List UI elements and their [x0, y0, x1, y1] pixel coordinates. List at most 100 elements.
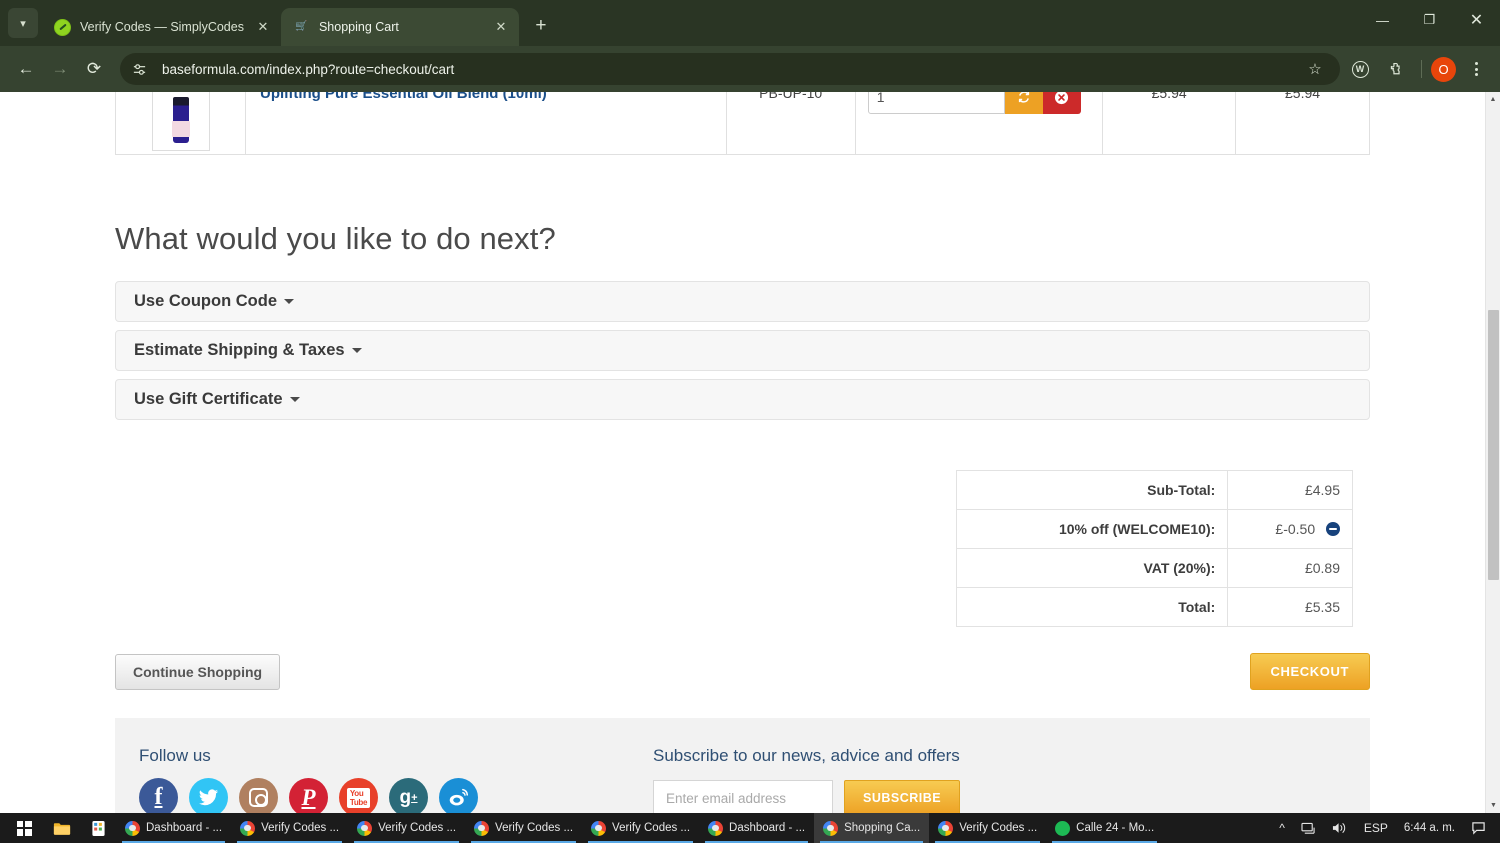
simplycodes-icon: [54, 18, 71, 36]
site-settings-icon[interactable]: [126, 56, 152, 82]
taskbar-label: Verify Codes ...: [959, 822, 1038, 834]
subscribe-heading: Subscribe to our news, advice and offers: [653, 746, 960, 765]
chrome-icon: [357, 820, 373, 836]
taskbar-label: Verify Codes ...: [261, 822, 340, 834]
file-explorer-icon[interactable]: [44, 813, 80, 843]
taskbar-label: Verify Codes ...: [495, 822, 574, 834]
continue-shopping-button[interactable]: Continue Shopping: [115, 653, 281, 690]
panel-estimate-shipping-taxes[interactable]: Estimate Shipping & Taxes: [115, 330, 1370, 371]
taskbar-item-0[interactable]: Dashboard - ...: [116, 813, 231, 843]
shopping-cart-page: Uplifting Pure Essential Oil Blend (10ml…: [0, 92, 1485, 813]
panel-use-coupon-code[interactable]: Use Coupon Code: [115, 281, 1370, 322]
site-footer: Follow us f P You Tube g + Subscribe to …: [115, 718, 1370, 813]
twitter-icon[interactable]: [189, 778, 228, 813]
window-controls: — ❐ ✕: [1359, 0, 1500, 40]
new-tab-button[interactable]: +: [527, 12, 555, 40]
wikibuy-extension-icon[interactable]: W: [1344, 53, 1376, 85]
profile-avatar[interactable]: O: [1431, 56, 1456, 82]
chrome-icon: [708, 820, 724, 836]
store-icon[interactable]: [80, 813, 116, 843]
essential-oil-bottle-icon: [171, 97, 190, 143]
panel-use-gift-certificate[interactable]: Use Gift Certificate: [115, 379, 1370, 420]
star-icon[interactable]: ☆: [1302, 56, 1328, 82]
product-thumbnail[interactable]: [151, 92, 210, 151]
taskbar-item-1[interactable]: Verify Codes ...: [231, 813, 348, 843]
cart-quantity-cell: [856, 92, 1104, 154]
chrome-icon: [823, 820, 839, 836]
language-indicator[interactable]: ESP: [1356, 813, 1396, 843]
taskbar-label: Verify Codes ...: [378, 822, 457, 834]
clock[interactable]: 6:44 a. m.: [1396, 813, 1463, 843]
tab-close-icon[interactable]: ✕: [253, 17, 273, 37]
email-input[interactable]: [653, 780, 833, 813]
panel-label: Use Gift Certificate: [134, 390, 283, 408]
totals-label: Total:: [955, 587, 1229, 627]
browser-tab-0[interactable]: Verify Codes — SimplyCodes ✕: [42, 8, 281, 46]
product-link[interactable]: Uplifting Pure Essential Oil Blend (10ml…: [260, 92, 712, 102]
totals-amount: £0.89: [1304, 560, 1340, 576]
remove-coupon-icon[interactable]: [1326, 522, 1340, 536]
quantity-input[interactable]: [867, 92, 1005, 114]
taskbar-item-8[interactable]: Calle 24 - Mo...: [1046, 813, 1163, 843]
taskbar-label: Verify Codes ...: [612, 822, 691, 834]
taskbar-item-7[interactable]: Verify Codes ...: [929, 813, 1046, 843]
totals-amount: £-0.50: [1275, 521, 1316, 537]
page-title: What would you like to do next?: [115, 221, 556, 256]
tab-close-icon[interactable]: ✕: [491, 17, 511, 37]
totals-row-vat: VAT (20%): £0.89: [955, 548, 1353, 588]
subscribe-button[interactable]: SUBSCRIBE: [844, 780, 961, 813]
taskbar-item-3[interactable]: Verify Codes ...: [465, 813, 582, 843]
network-icon[interactable]: [1293, 813, 1324, 843]
chevron-down-icon: [289, 397, 300, 402]
taskbar-item-2[interactable]: Verify Codes ...: [348, 813, 465, 843]
follow-us-heading: Follow us: [139, 746, 211, 765]
reload-button[interactable]: ⟳: [78, 53, 110, 85]
extensions-puzzle-icon[interactable]: [1380, 53, 1412, 85]
scrollbar-thumb[interactable]: [1488, 310, 1499, 580]
chrome-icon: [240, 820, 256, 836]
volume-icon[interactable]: [1324, 813, 1356, 843]
weibo-icon[interactable]: [439, 778, 478, 813]
totals-amount: £4.95: [1304, 482, 1340, 498]
windows-start-icon[interactable]: [4, 813, 44, 843]
toolbar-divider: [1421, 60, 1422, 78]
checkout-button[interactable]: CHECKOUT: [1249, 653, 1370, 690]
totals-container: Sub-Total: £4.95 10% off (WELCOME10): £-…: [0, 470, 1353, 627]
taskbar-item-6[interactable]: Shopping Ca...: [814, 813, 930, 843]
scroll-up-arrow[interactable]: ▲: [1486, 92, 1500, 107]
page-scrollbar[interactable]: ▲ ▼: [1485, 92, 1500, 813]
product-model: PB-UP-10: [759, 92, 823, 101]
forward-button[interactable]: →: [44, 53, 76, 85]
remove-item-button[interactable]: [1042, 92, 1081, 114]
cart-table: Uplifting Pure Essential Oil Blend (10ml…: [115, 92, 1370, 155]
back-button[interactable]: ←: [10, 53, 42, 85]
cart-product-name-cell: Uplifting Pure Essential Oil Blend (10ml…: [246, 92, 727, 154]
taskbar-item-4[interactable]: Verify Codes ...: [582, 813, 699, 843]
browser-tab-1[interactable]: 🛒 Shopping Cart ✕: [280, 8, 519, 46]
taskbar-label: Shopping Ca...: [844, 822, 921, 834]
system-tray: ^ ESP 6:44 a. m.: [1271, 813, 1500, 843]
notifications-icon[interactable]: [1463, 813, 1494, 843]
instagram-icon[interactable]: [239, 778, 278, 813]
youtube-icon[interactable]: You Tube: [339, 778, 378, 813]
facebook-icon[interactable]: f: [139, 778, 178, 813]
close-window-button[interactable]: ✕: [1453, 0, 1500, 40]
googleplus-icon[interactable]: g +: [389, 778, 428, 813]
totals-value: £4.95: [1227, 470, 1353, 510]
totals-value: £5.35: [1227, 587, 1353, 627]
scroll-down-arrow[interactable]: ▼: [1486, 798, 1500, 813]
tab-search-icon[interactable]: ▾: [8, 8, 38, 38]
totals-label: VAT (20%):: [955, 548, 1229, 588]
update-quantity-button[interactable]: [1004, 92, 1043, 114]
tray-overflow-icon[interactable]: ^: [1271, 813, 1293, 843]
maximize-button[interactable]: ❐: [1406, 0, 1453, 40]
chrome-icon: [591, 820, 607, 836]
panel-label: Use Coupon Code: [134, 292, 277, 310]
taskbar-item-5[interactable]: Dashboard - ...: [699, 813, 814, 843]
page-viewport: Uplifting Pure Essential Oil Blend (10ml…: [0, 92, 1500, 813]
pinterest-icon[interactable]: P: [289, 778, 328, 813]
minimize-button[interactable]: —: [1359, 0, 1406, 40]
kebab-menu-icon[interactable]: [1462, 55, 1490, 83]
tab-title: Verify Codes — SimplyCodes: [80, 20, 244, 34]
address-bar[interactable]: baseformula.com/index.php?route=checkout…: [120, 53, 1340, 85]
